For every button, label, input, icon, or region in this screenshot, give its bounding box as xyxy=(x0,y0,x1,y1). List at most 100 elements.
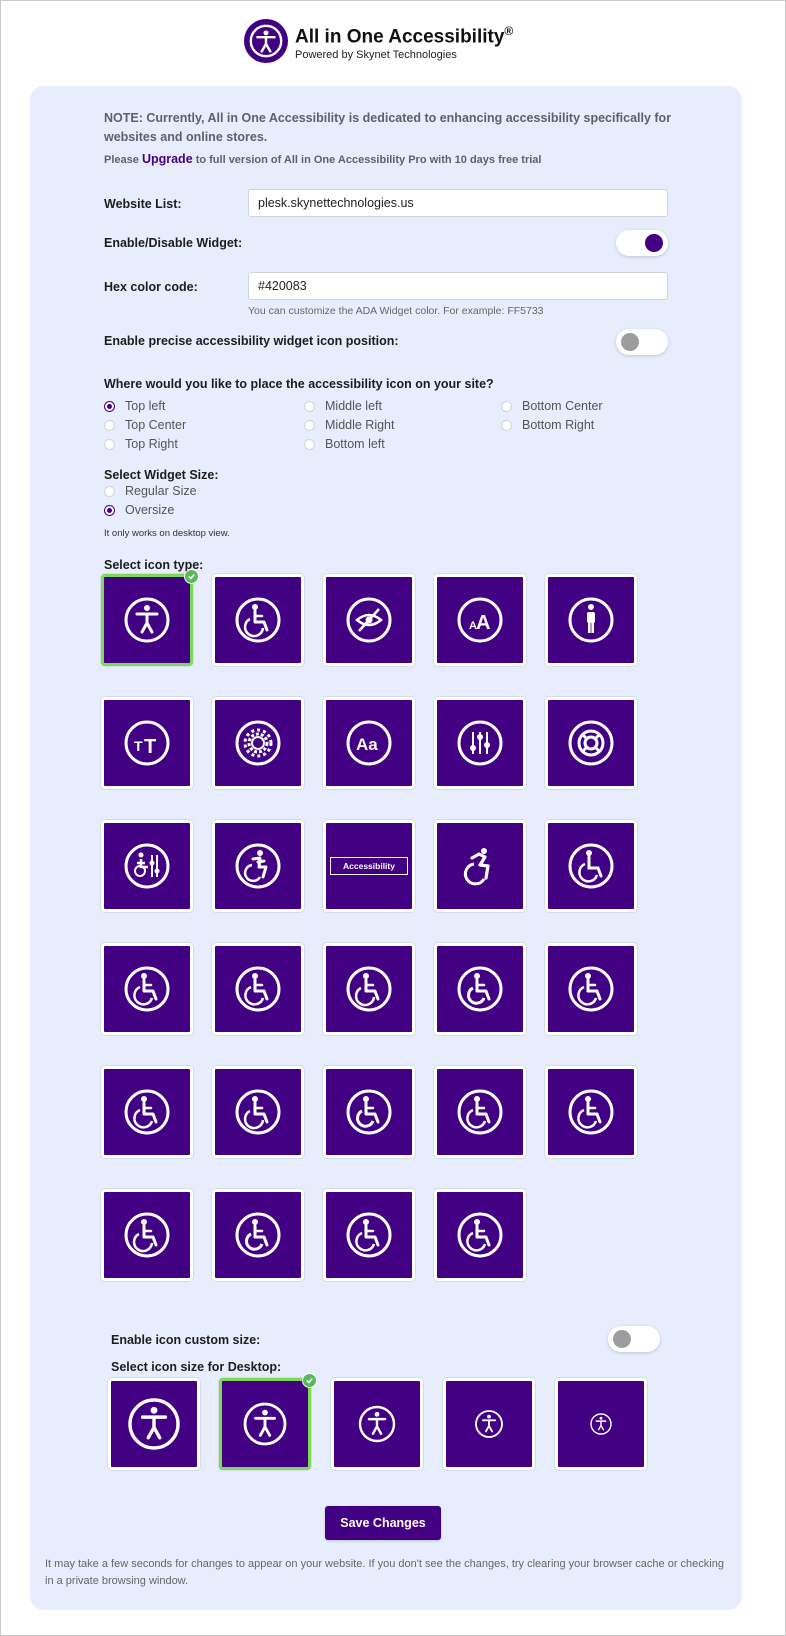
icon-type-option[interactable] xyxy=(212,820,304,912)
radio-option[interactable]: Oversize xyxy=(104,503,174,517)
custom-size-toggle[interactable] xyxy=(608,1326,660,1352)
svg-text:Aa: Aa xyxy=(356,735,378,754)
radio-option[interactable]: Middle left xyxy=(304,399,382,413)
website-list-label: Website List: xyxy=(104,197,182,211)
person-accessibility-icon xyxy=(128,1398,180,1450)
enable-widget-label: Enable/Disable Widget: xyxy=(104,236,243,250)
radio-label: Bottom Right xyxy=(522,418,595,432)
hex-color-label: Hex color code: xyxy=(104,280,198,294)
person-settings-icon xyxy=(124,843,170,889)
icon-type-option[interactable] xyxy=(434,943,526,1035)
radio-button[interactable] xyxy=(104,400,115,412)
upgrade-link[interactable]: Upgrade xyxy=(142,152,193,166)
radio-option[interactable]: Bottom left xyxy=(304,437,385,451)
wheelchair-icon xyxy=(346,1212,392,1258)
icon-type-option[interactable]: AA xyxy=(434,574,526,666)
radio-label: Middle left xyxy=(325,399,382,413)
radio-option[interactable]: Bottom Right xyxy=(501,418,594,432)
icon-type-option[interactable] xyxy=(101,1189,193,1281)
person-accessibility-icon xyxy=(475,1410,503,1438)
wheelchair-icon xyxy=(235,1089,281,1135)
desktop-size-option[interactable] xyxy=(219,1378,311,1470)
icon-type-option[interactable] xyxy=(323,943,415,1035)
icon-type-option[interactable] xyxy=(434,820,526,912)
radio-option[interactable]: Top left xyxy=(104,399,165,413)
icon-type-option[interactable] xyxy=(101,943,193,1035)
radio-button[interactable] xyxy=(104,419,115,431)
note-text: NOTE: Currently, All in One Accessibilit… xyxy=(104,111,672,144)
radio-button[interactable] xyxy=(304,419,315,431)
icon-type-option[interactable] xyxy=(434,697,526,789)
desktop-size-option[interactable] xyxy=(108,1378,200,1470)
radio-button[interactable] xyxy=(104,504,115,516)
text-height-icon: TT xyxy=(124,720,170,766)
precise-position-label: Enable precise accessibility widget icon… xyxy=(104,334,399,348)
icon-type-option[interactable] xyxy=(545,943,637,1035)
icon-type-option[interactable] xyxy=(212,574,304,666)
radio-option[interactable]: Regular Size xyxy=(104,484,197,498)
svg-text:T: T xyxy=(134,738,143,754)
radio-button[interactable] xyxy=(304,400,315,412)
desktop-size-option[interactable] xyxy=(331,1378,423,1470)
radio-button[interactable] xyxy=(104,438,115,450)
precise-position-toggle[interactable] xyxy=(616,329,668,355)
wheelchair-icon xyxy=(346,966,392,1012)
footer-note: It may take a few seconds for changes to… xyxy=(45,1558,724,1587)
radio-label: Bottom left xyxy=(325,437,385,451)
wheelchair-icon xyxy=(235,597,281,643)
icon-type-option[interactable]: Aa xyxy=(323,697,415,789)
icon-type-option[interactable] xyxy=(545,1066,637,1158)
enable-widget-toggle[interactable] xyxy=(616,230,668,256)
icon-type-option[interactable] xyxy=(101,820,193,912)
icon-type-option[interactable] xyxy=(212,943,304,1035)
hex-color-input[interactable]: #420083 xyxy=(248,272,668,300)
icon-type-option[interactable] xyxy=(545,820,637,912)
radio-button[interactable] xyxy=(104,485,115,497)
icon-type-option[interactable] xyxy=(323,1066,415,1158)
radio-option[interactable]: Bottom Center xyxy=(501,399,603,413)
icon-type-option[interactable] xyxy=(323,1189,415,1281)
wheelchair-icon xyxy=(124,1089,170,1135)
radio-option[interactable]: Top Center xyxy=(104,418,186,432)
radio-label: Top Center xyxy=(125,418,187,432)
wheelchair-icon xyxy=(568,1089,614,1135)
icon-type-option[interactable] xyxy=(212,697,304,789)
radio-label: Middle Right xyxy=(325,418,395,432)
icon-type-option[interactable] xyxy=(434,1066,526,1158)
icon-type-option[interactable] xyxy=(212,1066,304,1158)
icon-type-option[interactable] xyxy=(212,1189,304,1281)
widget-size-label: Select Widget Size: xyxy=(104,468,219,482)
radio-button[interactable] xyxy=(304,438,315,450)
wheelchair-icon xyxy=(457,1212,503,1258)
radio-button[interactable] xyxy=(501,419,512,431)
save-changes-button[interactable]: Save Changes xyxy=(325,1506,441,1540)
wheelchair-dynamic-alt-icon xyxy=(463,848,490,886)
selected-check-icon xyxy=(302,1373,317,1388)
wheelchair-icon xyxy=(568,966,614,1012)
icon-type-option[interactable] xyxy=(101,1066,193,1158)
wheelchair-icon xyxy=(346,1089,392,1135)
lifebuoy-icon xyxy=(568,720,614,766)
radio-label: Oversize xyxy=(125,503,175,517)
radio-button[interactable] xyxy=(501,400,512,412)
icon-type-option[interactable]: Accessibility xyxy=(323,820,415,912)
selected-check-icon xyxy=(184,569,199,584)
wheelchair-icon xyxy=(124,1212,170,1258)
person-accessibility-icon xyxy=(243,1402,287,1446)
desktop-size-label: Select icon size for Desktop: xyxy=(111,1360,282,1374)
icon-type-option[interactable]: TT xyxy=(101,697,193,789)
icon-type-option[interactable] xyxy=(545,697,637,789)
icon-type-option[interactable] xyxy=(434,1189,526,1281)
icon-type-option[interactable] xyxy=(101,574,193,666)
wheelchair-icon xyxy=(235,1212,281,1258)
radio-option[interactable]: Middle Right xyxy=(304,418,394,432)
text-size-icon: AA xyxy=(457,597,503,643)
desktop-size-option[interactable] xyxy=(555,1378,647,1470)
aa-font-icon: Aa xyxy=(346,720,392,766)
website-list-select[interactable]: plesk.skynettechnologies.us xyxy=(248,189,668,217)
radio-option[interactable]: Top Right xyxy=(104,437,178,451)
desktop-size-option[interactable] xyxy=(443,1378,535,1470)
icon-type-option[interactable] xyxy=(323,574,415,666)
icon-type-option[interactable] xyxy=(545,574,637,666)
wheelchair-icon xyxy=(457,1089,503,1135)
